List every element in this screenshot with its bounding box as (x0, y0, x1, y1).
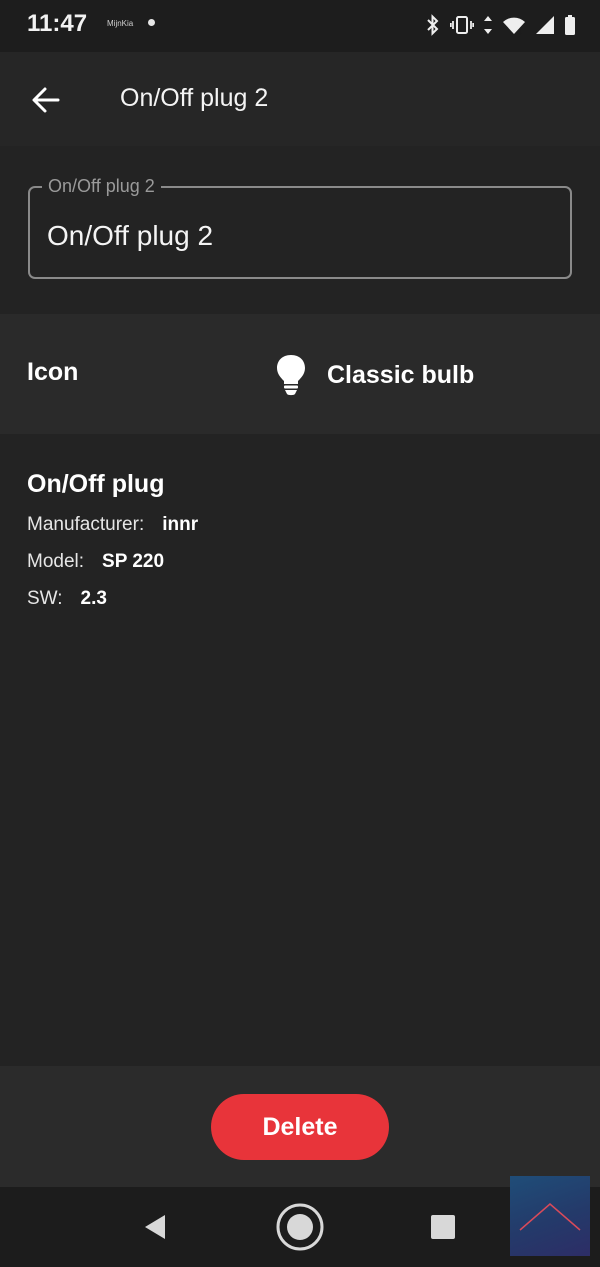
notification-dot (148, 19, 155, 26)
manufacturer-value: innr (162, 514, 199, 535)
classic-bulb-icon (277, 355, 305, 396)
cell-signal-icon (536, 16, 554, 34)
device-type: On/Off plug (27, 470, 165, 498)
app-bar: On/Off plug 2 (0, 52, 600, 146)
icon-setting-value[interactable]: Classic bulb (275, 352, 474, 398)
name-field-label: On/Off plug 2 (42, 174, 161, 198)
icon-setting-value-text: Classic bulb (327, 360, 475, 389)
sw-label: SW: (27, 588, 63, 609)
nav-recents-button[interactable] (421, 1205, 465, 1249)
sw-value: 2.3 (80, 588, 107, 609)
name-field-value[interactable]: On/Off plug 2 (47, 220, 213, 252)
nav-back-icon (145, 1215, 165, 1239)
page-title: On/Off plug 2 (120, 84, 269, 112)
nav-recents-icon (431, 1215, 455, 1239)
status-bar: 11:47 MijnKia 4 (0, 0, 600, 52)
wifi-icon: 4 (503, 17, 525, 36)
nav-back-button[interactable] (133, 1205, 177, 1249)
nav-home-button[interactable] (275, 1202, 325, 1252)
status-icons: 4 (425, 12, 576, 38)
chevron-up-icon (519, 1203, 581, 1231)
model-value: SP 220 (102, 551, 165, 572)
nav-home-icon (276, 1203, 324, 1251)
manufacturer-label: Manufacturer: (27, 514, 145, 535)
icon-setting-row[interactable]: Icon Classic bulb (0, 314, 600, 434)
device-info: On/Off plug Manufacturer: innr Model: SP 2… (0, 434, 600, 1066)
model-line: Model: SP 220 (27, 551, 164, 573)
model-label: Model: (27, 551, 85, 572)
bluetooth-icon (427, 14, 439, 36)
battery-icon (565, 15, 575, 35)
name-field[interactable]: On/Off plug 2 On/Off plug 2 (28, 174, 572, 279)
footer: Delete (0, 1066, 600, 1187)
floating-overlay-button[interactable] (510, 1176, 590, 1256)
icon-setting-label: Icon (27, 358, 79, 386)
status-time: 11:47 (27, 10, 88, 37)
vibrate-icon (450, 16, 474, 34)
name-section: On/Off plug 2 On/Off plug 2 (0, 146, 600, 314)
svg-text:4: 4 (517, 28, 522, 36)
back-button[interactable] (20, 74, 72, 126)
sw-line: SW: 2.3 (27, 588, 107, 610)
data-arrows-icon (484, 16, 492, 34)
arrow-left-icon (32, 87, 60, 113)
manufacturer-line: Manufacturer: innr (27, 514, 198, 536)
delete-button[interactable]: Delete (211, 1094, 389, 1160)
status-carrier: MijnKia (107, 19, 134, 28)
